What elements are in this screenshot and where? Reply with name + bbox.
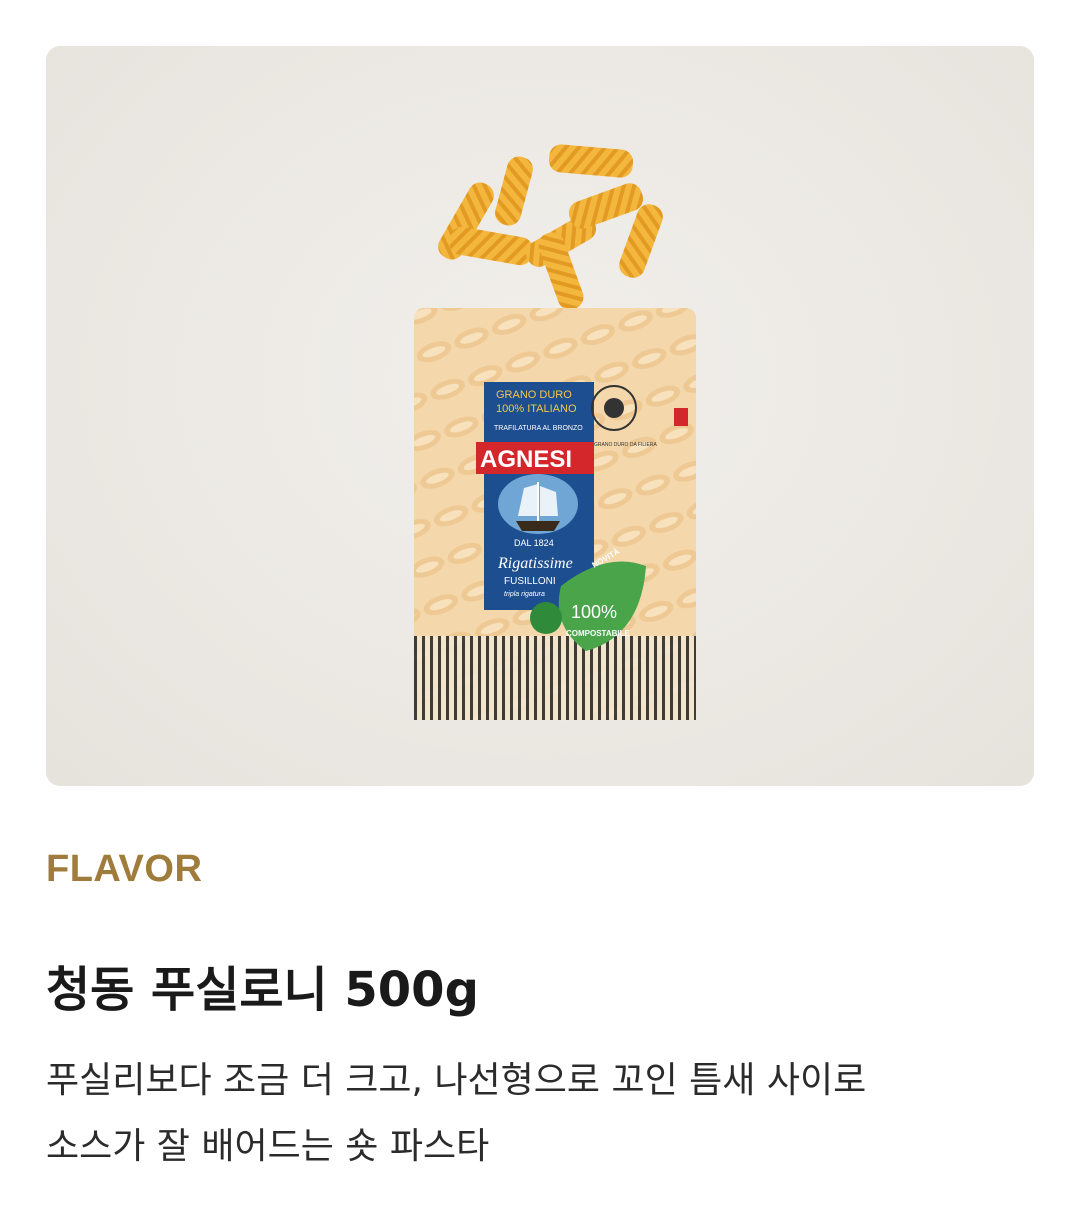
pkg-origin2: 100% ITALIANO [496, 403, 577, 415]
fusilli-pieces [438, 144, 663, 310]
pkg-brand: AGNESI [480, 446, 572, 473]
pkg-seal: GRANO DURO DA FILIERA [594, 442, 657, 448]
product-description: 푸실리보다 조금 더 크고, 나선형으로 꼬인 틈새 사이로 소스가 잘 배어드… [46, 1048, 1026, 1180]
pkg-pct: 100% [571, 602, 617, 622]
pkg-process: TRAFILATURA AL BRONZO [494, 425, 583, 432]
pkg-variety: FUSILLONI [504, 576, 556, 587]
pasta-bag [414, 308, 696, 720]
pkg-sub: tripla rigatura [504, 591, 545, 598]
description-line-2: 소스가 잘 배어드는 숏 파스타 [46, 1126, 490, 1167]
description-line-1: 푸실리보다 조금 더 크고, 나선형으로 꼬인 틈새 사이로 [46, 1060, 867, 1101]
pasta-illustration: GRANO DURO 100% ITALIANO TRAFILATURA AL … [414, 144, 696, 720]
product-image: GRANO DURO 100% ITALIANO TRAFILATURA AL … [46, 46, 1034, 786]
pkg-since: DAL 1824 [514, 538, 554, 548]
product-title: 청동 푸실로니 500g [46, 962, 479, 1018]
pkg-origin: GRANO DURO [496, 389, 572, 401]
pkg-compost: COMPOSTABILE [566, 629, 631, 638]
pkg-line: Rigatissime [497, 555, 573, 572]
category-label: FLAVOR [46, 848, 203, 890]
